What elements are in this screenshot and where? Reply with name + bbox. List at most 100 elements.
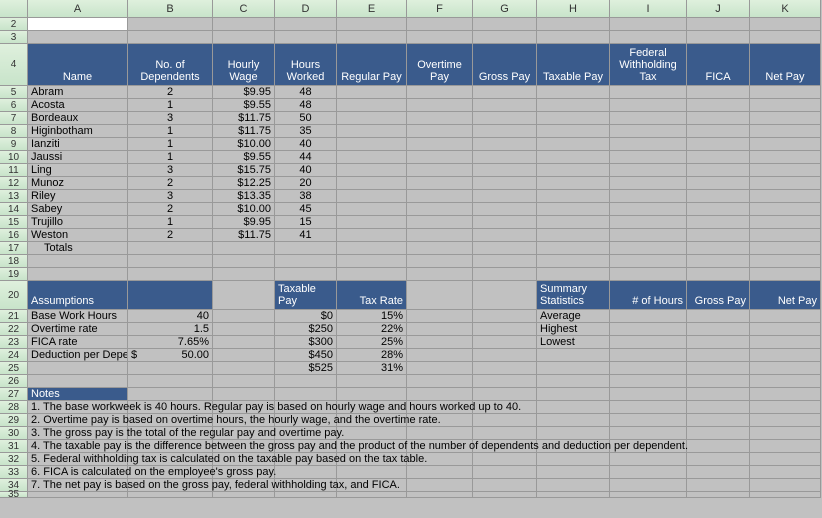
cell-E6[interactable] (337, 99, 407, 112)
employee-name[interactable]: Ling (28, 164, 128, 177)
cell-J34[interactable] (687, 479, 750, 492)
cell-F24[interactable] (407, 349, 473, 362)
cell-I16[interactable] (610, 229, 687, 242)
employee-hours[interactable]: 20 (275, 177, 337, 190)
cell-I26[interactable] (610, 375, 687, 388)
employee-dep[interactable]: 2 (128, 229, 213, 242)
cell-H32[interactable] (537, 453, 610, 466)
cell-B3[interactable] (128, 31, 213, 44)
cell-F23[interactable] (407, 336, 473, 349)
cell-G34[interactable] (473, 479, 537, 492)
employee-wage[interactable]: $9.55 (213, 151, 275, 164)
cell-J6[interactable] (687, 99, 750, 112)
totals-label[interactable]: Totals (28, 242, 128, 255)
assumption-val[interactable]: 1.5 (128, 323, 213, 336)
col-header-I[interactable]: I (610, 0, 687, 18)
employee-hours[interactable]: 44 (275, 151, 337, 164)
cell-J17[interactable] (687, 242, 750, 255)
cell-D19[interactable] (275, 268, 337, 281)
cell-A18[interactable] (28, 255, 128, 268)
cell-J30[interactable] (687, 427, 750, 440)
cell-K8[interactable] (750, 125, 821, 138)
cell-J18[interactable] (687, 255, 750, 268)
cell-D35[interactable] (275, 492, 337, 498)
cell-F18[interactable] (407, 255, 473, 268)
cell-I8[interactable] (610, 125, 687, 138)
employee-hours[interactable]: 40 (275, 164, 337, 177)
notes-header[interactable]: Notes (28, 388, 128, 401)
cell-J31[interactable] (687, 440, 750, 453)
row-header-28[interactable]: 28 (0, 401, 28, 414)
cell-F3[interactable] (407, 31, 473, 44)
cell-K7[interactable] (750, 112, 821, 125)
cell-D18[interactable] (275, 255, 337, 268)
cell-F8[interactable] (407, 125, 473, 138)
employee-hours[interactable]: 40 (275, 138, 337, 151)
row-header-2[interactable]: 2 (0, 18, 28, 31)
cell-F34[interactable] (407, 479, 473, 492)
assumption-val[interactable]: 7.65% (128, 336, 213, 349)
cell-G24[interactable] (473, 349, 537, 362)
header-D[interactable]: Hours Worked (275, 44, 337, 86)
cell-H9[interactable] (537, 138, 610, 151)
cell-F35[interactable] (407, 492, 473, 498)
cell-E14[interactable] (337, 203, 407, 216)
cell-G21[interactable] (473, 310, 537, 323)
employee-name[interactable]: Munoz (28, 177, 128, 190)
cell-J5[interactable] (687, 86, 750, 99)
note-line[interactable]: 4. The taxable pay is the difference bet… (28, 440, 128, 453)
cell-G18[interactable] (473, 255, 537, 268)
note-line[interactable]: 1. The base workweek is 40 hours. Regula… (28, 401, 128, 414)
cell-G33[interactable] (473, 466, 537, 479)
row-header-7[interactable]: 7 (0, 112, 28, 125)
row-header-25[interactable]: 25 (0, 362, 28, 375)
cell-G23[interactable] (473, 336, 537, 349)
employee-wage[interactable]: $11.75 (213, 112, 275, 125)
cell-J33[interactable] (687, 466, 750, 479)
cell-J35[interactable] (687, 492, 750, 498)
cell-J15[interactable] (687, 216, 750, 229)
cell-G3[interactable] (473, 31, 537, 44)
employee-hours[interactable]: 15 (275, 216, 337, 229)
cell-G32[interactable] (473, 453, 537, 466)
row-header-31[interactable]: 31 (0, 440, 28, 453)
cell-H30[interactable] (537, 427, 610, 440)
note-line[interactable]: 6. FICA is calculated on the employee's … (28, 466, 128, 479)
header-A[interactable]: Name (28, 44, 128, 86)
employee-dep[interactable]: 1 (128, 125, 213, 138)
cell-C21[interactable] (213, 310, 275, 323)
tax-pay[interactable]: $525 (275, 362, 337, 375)
assumption-label[interactable]: Base Work Hours (28, 310, 128, 323)
cell-K32[interactable] (750, 453, 821, 466)
cell-E26[interactable] (337, 375, 407, 388)
cell-J9[interactable] (687, 138, 750, 151)
header-F[interactable]: Overtime Pay (407, 44, 473, 86)
cell-C25[interactable] (213, 362, 275, 375)
cell-C22[interactable] (213, 323, 275, 336)
cell-H12[interactable] (537, 177, 610, 190)
cell-E2[interactable] (337, 18, 407, 31)
cell-F5[interactable] (407, 86, 473, 99)
cell-E12[interactable] (337, 177, 407, 190)
cell-H19[interactable] (537, 268, 610, 281)
cell-K3[interactable] (750, 31, 821, 44)
employee-name[interactable]: Ianziti (28, 138, 128, 151)
cell-J16[interactable] (687, 229, 750, 242)
section-header-B[interactable] (128, 281, 213, 310)
cell-F10[interactable] (407, 151, 473, 164)
employee-wage[interactable]: $15.75 (213, 164, 275, 177)
cell-F27[interactable] (407, 388, 473, 401)
cell-H24[interactable] (537, 349, 610, 362)
cell-E8[interactable] (337, 125, 407, 138)
cell-G8[interactable] (473, 125, 537, 138)
employee-wage[interactable]: $10.00 (213, 138, 275, 151)
cell-K11[interactable] (750, 164, 821, 177)
cell-I13[interactable] (610, 190, 687, 203)
employee-name[interactable]: Abram (28, 86, 128, 99)
tax-rate[interactable]: 22% (337, 323, 407, 336)
cell-K34[interactable] (750, 479, 821, 492)
section-header-F[interactable] (407, 281, 473, 310)
cell-E9[interactable] (337, 138, 407, 151)
header-E[interactable]: Regular Pay (337, 44, 407, 86)
employee-hours[interactable]: 48 (275, 86, 337, 99)
